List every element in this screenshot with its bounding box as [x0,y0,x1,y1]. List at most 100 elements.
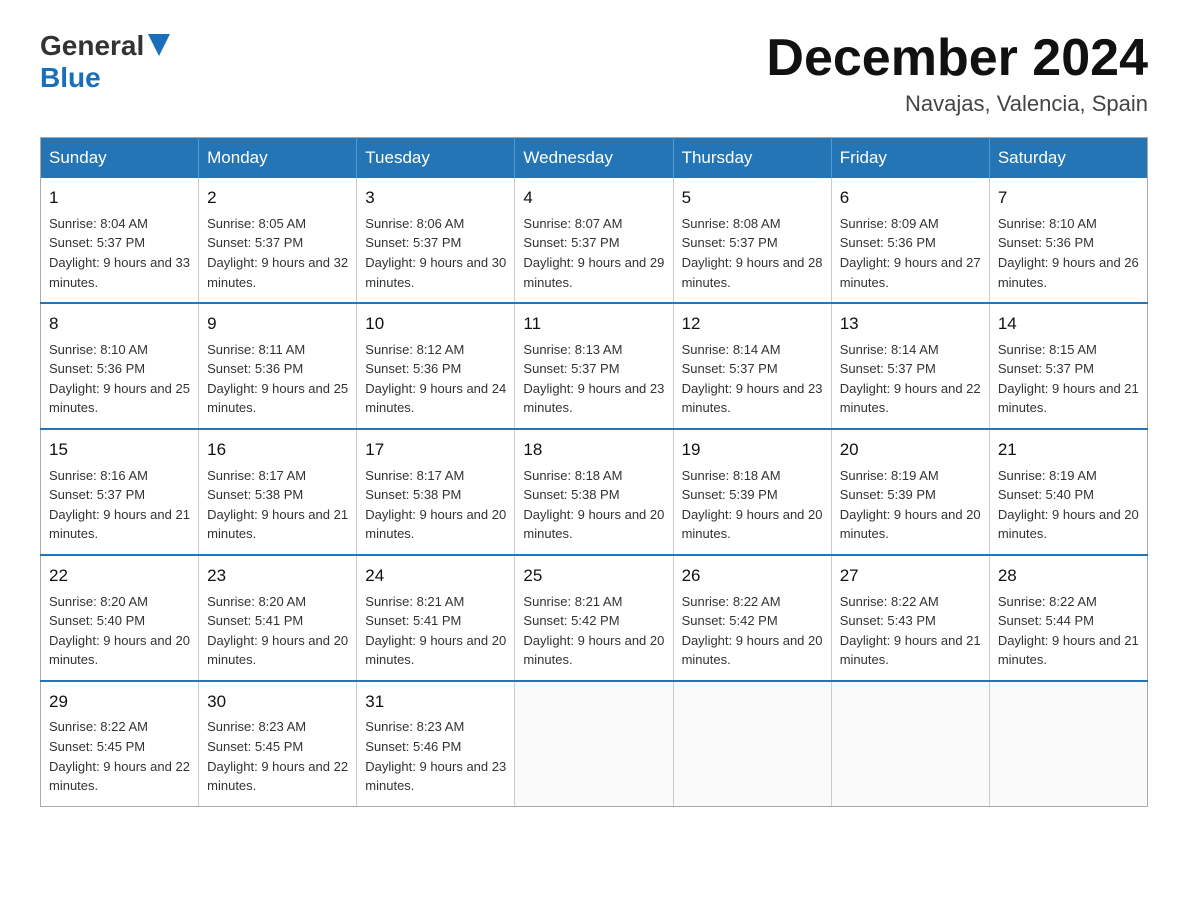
day-info: Sunrise: 8:06 AMSunset: 5:37 PMDaylight:… [365,216,506,290]
calendar-cell: 24 Sunrise: 8:21 AMSunset: 5:41 PMDaylig… [357,555,515,681]
day-info: Sunrise: 8:19 AMSunset: 5:40 PMDaylight:… [998,468,1139,542]
day-info: Sunrise: 8:22 AMSunset: 5:44 PMDaylight:… [998,594,1139,668]
day-number: 6 [840,186,981,211]
logo-blue-text: Blue [40,62,101,94]
day-info: Sunrise: 8:12 AMSunset: 5:36 PMDaylight:… [365,342,506,416]
day-number: 4 [523,186,664,211]
calendar-cell: 26 Sunrise: 8:22 AMSunset: 5:42 PMDaylig… [673,555,831,681]
calendar-cell: 17 Sunrise: 8:17 AMSunset: 5:38 PMDaylig… [357,429,515,555]
calendar-cell: 11 Sunrise: 8:13 AMSunset: 5:37 PMDaylig… [515,303,673,429]
day-info: Sunrise: 8:20 AMSunset: 5:40 PMDaylight:… [49,594,190,668]
day-info: Sunrise: 8:04 AMSunset: 5:37 PMDaylight:… [49,216,190,290]
logo-general-text: General [40,30,144,62]
location-subtitle: Navajas, Valencia, Spain [766,91,1148,117]
day-info: Sunrise: 8:13 AMSunset: 5:37 PMDaylight:… [523,342,664,416]
day-number: 17 [365,438,506,463]
day-info: Sunrise: 8:11 AMSunset: 5:36 PMDaylight:… [207,342,348,416]
day-number: 14 [998,312,1139,337]
calendar-cell: 13 Sunrise: 8:14 AMSunset: 5:37 PMDaylig… [831,303,989,429]
calendar-cell: 29 Sunrise: 8:22 AMSunset: 5:45 PMDaylig… [41,681,199,806]
week-row-1: 1 Sunrise: 8:04 AMSunset: 5:37 PMDayligh… [41,178,1148,303]
day-info: Sunrise: 8:07 AMSunset: 5:37 PMDaylight:… [523,216,664,290]
day-number: 9 [207,312,348,337]
calendar-cell: 2 Sunrise: 8:05 AMSunset: 5:37 PMDayligh… [199,178,357,303]
calendar-cell: 6 Sunrise: 8:09 AMSunset: 5:36 PMDayligh… [831,178,989,303]
logo: General Blue [40,30,170,94]
week-row-4: 22 Sunrise: 8:20 AMSunset: 5:40 PMDaylig… [41,555,1148,681]
day-info: Sunrise: 8:17 AMSunset: 5:38 PMDaylight:… [365,468,506,542]
day-number: 29 [49,690,190,715]
day-number: 20 [840,438,981,463]
day-info: Sunrise: 8:09 AMSunset: 5:36 PMDaylight:… [840,216,981,290]
calendar-cell: 21 Sunrise: 8:19 AMSunset: 5:40 PMDaylig… [989,429,1147,555]
day-info: Sunrise: 8:05 AMSunset: 5:37 PMDaylight:… [207,216,348,290]
day-info: Sunrise: 8:23 AMSunset: 5:46 PMDaylight:… [365,719,506,793]
day-info: Sunrise: 8:22 AMSunset: 5:43 PMDaylight:… [840,594,981,668]
day-number: 24 [365,564,506,589]
week-row-3: 15 Sunrise: 8:16 AMSunset: 5:37 PMDaylig… [41,429,1148,555]
calendar-table: SundayMondayTuesdayWednesdayThursdayFrid… [40,137,1148,806]
calendar-cell: 18 Sunrise: 8:18 AMSunset: 5:38 PMDaylig… [515,429,673,555]
calendar-cell: 22 Sunrise: 8:20 AMSunset: 5:40 PMDaylig… [41,555,199,681]
day-number: 11 [523,312,664,337]
calendar-cell: 7 Sunrise: 8:10 AMSunset: 5:36 PMDayligh… [989,178,1147,303]
calendar-cell: 3 Sunrise: 8:06 AMSunset: 5:37 PMDayligh… [357,178,515,303]
calendar-cell: 27 Sunrise: 8:22 AMSunset: 5:43 PMDaylig… [831,555,989,681]
day-info: Sunrise: 8:18 AMSunset: 5:38 PMDaylight:… [523,468,664,542]
calendar-cell: 5 Sunrise: 8:08 AMSunset: 5:37 PMDayligh… [673,178,831,303]
day-info: Sunrise: 8:19 AMSunset: 5:39 PMDaylight:… [840,468,981,542]
week-row-2: 8 Sunrise: 8:10 AMSunset: 5:36 PMDayligh… [41,303,1148,429]
calendar-cell: 16 Sunrise: 8:17 AMSunset: 5:38 PMDaylig… [199,429,357,555]
day-number: 3 [365,186,506,211]
calendar-cell: 25 Sunrise: 8:21 AMSunset: 5:42 PMDaylig… [515,555,673,681]
day-number: 18 [523,438,664,463]
day-number: 19 [682,438,823,463]
day-info: Sunrise: 8:10 AMSunset: 5:36 PMDaylight:… [998,216,1139,290]
weekday-header-wednesday: Wednesday [515,138,673,179]
day-number: 16 [207,438,348,463]
day-info: Sunrise: 8:23 AMSunset: 5:45 PMDaylight:… [207,719,348,793]
day-number: 27 [840,564,981,589]
calendar-cell: 31 Sunrise: 8:23 AMSunset: 5:46 PMDaylig… [357,681,515,806]
calendar-cell: 30 Sunrise: 8:23 AMSunset: 5:45 PMDaylig… [199,681,357,806]
day-info: Sunrise: 8:18 AMSunset: 5:39 PMDaylight:… [682,468,823,542]
weekday-header-friday: Friday [831,138,989,179]
calendar-cell: 20 Sunrise: 8:19 AMSunset: 5:39 PMDaylig… [831,429,989,555]
day-info: Sunrise: 8:22 AMSunset: 5:45 PMDaylight:… [49,719,190,793]
weekday-header-row: SundayMondayTuesdayWednesdayThursdayFrid… [41,138,1148,179]
day-number: 12 [682,312,823,337]
day-info: Sunrise: 8:14 AMSunset: 5:37 PMDaylight:… [682,342,823,416]
day-number: 15 [49,438,190,463]
day-number: 5 [682,186,823,211]
day-number: 31 [365,690,506,715]
calendar-cell: 15 Sunrise: 8:16 AMSunset: 5:37 PMDaylig… [41,429,199,555]
day-number: 22 [49,564,190,589]
day-info: Sunrise: 8:08 AMSunset: 5:37 PMDaylight:… [682,216,823,290]
day-number: 25 [523,564,664,589]
title-block: December 2024 Navajas, Valencia, Spain [766,30,1148,117]
calendar-cell: 1 Sunrise: 8:04 AMSunset: 5:37 PMDayligh… [41,178,199,303]
day-number: 21 [998,438,1139,463]
weekday-header-thursday: Thursday [673,138,831,179]
day-number: 28 [998,564,1139,589]
day-info: Sunrise: 8:22 AMSunset: 5:42 PMDaylight:… [682,594,823,668]
calendar-cell: 9 Sunrise: 8:11 AMSunset: 5:36 PMDayligh… [199,303,357,429]
day-info: Sunrise: 8:16 AMSunset: 5:37 PMDaylight:… [49,468,190,542]
day-number: 26 [682,564,823,589]
day-info: Sunrise: 8:17 AMSunset: 5:38 PMDaylight:… [207,468,348,542]
weekday-header-monday: Monday [199,138,357,179]
calendar-cell [989,681,1147,806]
calendar-cell: 10 Sunrise: 8:12 AMSunset: 5:36 PMDaylig… [357,303,515,429]
calendar-cell: 23 Sunrise: 8:20 AMSunset: 5:41 PMDaylig… [199,555,357,681]
day-number: 7 [998,186,1139,211]
day-number: 1 [49,186,190,211]
calendar-cell [515,681,673,806]
day-number: 8 [49,312,190,337]
weekday-header-tuesday: Tuesday [357,138,515,179]
calendar-cell: 19 Sunrise: 8:18 AMSunset: 5:39 PMDaylig… [673,429,831,555]
month-title: December 2024 [766,30,1148,87]
day-number: 30 [207,690,348,715]
day-number: 13 [840,312,981,337]
day-info: Sunrise: 8:21 AMSunset: 5:42 PMDaylight:… [523,594,664,668]
page-header: General Blue December 2024 Navajas, Vale… [40,30,1148,117]
